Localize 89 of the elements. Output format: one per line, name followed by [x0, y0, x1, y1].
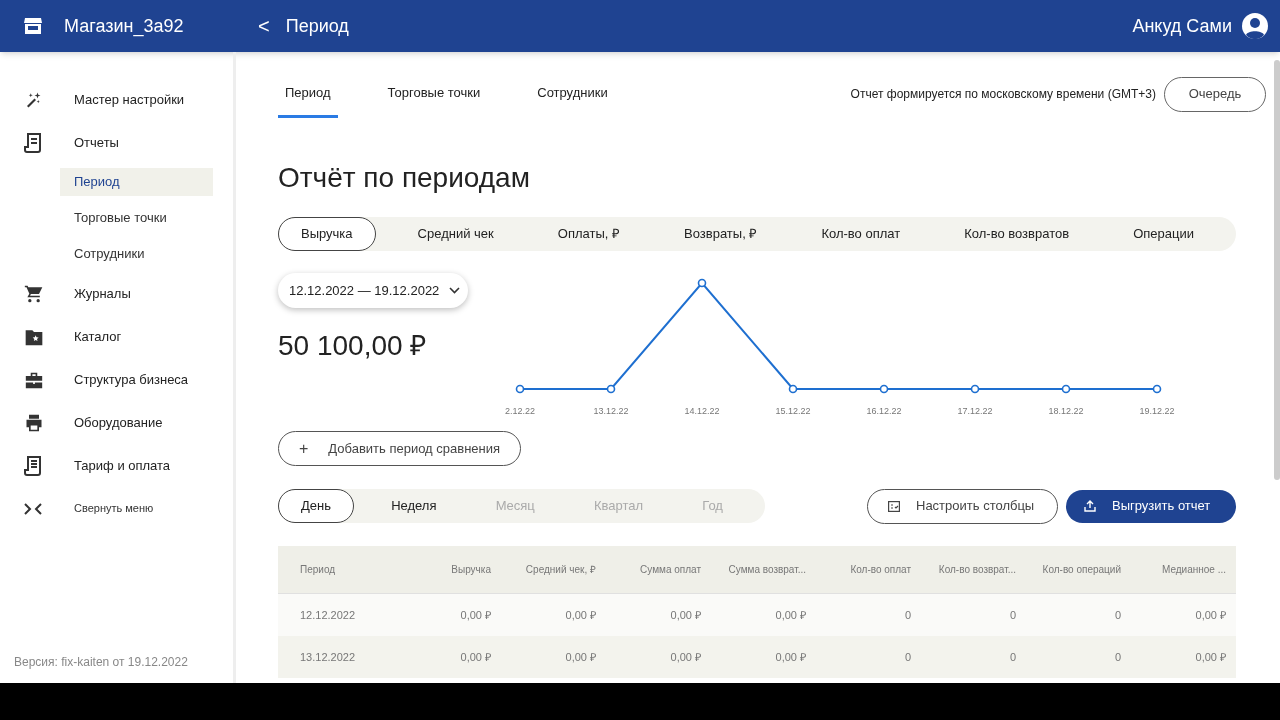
x-axis-label: 18.12.22 — [1048, 406, 1084, 416]
back-button[interactable]: < — [258, 11, 270, 41]
table-cell-text: 13.12.2022 — [299, 649, 357, 665]
metric-tab[interactable]: Операции — [1111, 217, 1216, 251]
table-cell-text: 12.12.2022 — [299, 607, 357, 623]
column-header[interactable]: Медианное ... — [1131, 562, 1236, 577]
table-cell-text: 0 — [1113, 607, 1122, 623]
table-cell-text: 0 — [903, 607, 912, 623]
upload-icon — [1084, 500, 1096, 512]
table-cell-text: 0,00 ₽ — [669, 607, 702, 623]
metric-tab[interactable]: Выручка — [278, 217, 376, 251]
store-icon — [24, 18, 42, 34]
table-cell-text: 0,00 ₽ — [774, 607, 807, 623]
x-axis-label: 13.12.22 — [593, 406, 629, 416]
x-axis-label: 15.12.22 — [775, 406, 811, 416]
sidebar-subitem[interactable]: Торговые точки — [60, 204, 213, 232]
receipt-icon — [24, 132, 42, 153]
total-amount: 50 100,00 ₽ — [278, 329, 428, 363]
period-tab[interactable]: Неделя — [369, 489, 459, 523]
page-heading: Период — [285, 14, 349, 38]
scrollbar[interactable] — [1274, 60, 1280, 480]
user-name[interactable]: Анкуд Сами — [1132, 12, 1232, 40]
table-cell-text: 0,00 ₽ — [459, 607, 492, 623]
metric-tab[interactable]: Кол-во оплат — [799, 217, 923, 251]
sidebar-item[interactable]: Оборудование — [74, 412, 163, 433]
printer-icon — [24, 412, 44, 433]
cart-icon — [24, 283, 44, 304]
column-header[interactable]: Сумма оплат — [606, 562, 711, 577]
table-cell-text: 0,00 ₽ — [564, 607, 597, 623]
table-cell-text: 0,00 ₽ — [774, 649, 807, 665]
store-name: Магазин_3a92 — [64, 14, 184, 39]
chart-point — [1061, 384, 1071, 394]
page-title: Отчёт по периодам — [278, 161, 531, 195]
tab[interactable]: Сотрудники — [530, 70, 615, 118]
sidebar-item[interactable]: Мастер настройки — [74, 89, 185, 110]
table-cell-text: 0,00 ₽ — [564, 649, 597, 665]
avatar-icon[interactable] — [1242, 13, 1268, 39]
table-cell-text: 0,00 ₽ — [459, 649, 492, 665]
column-header[interactable]: Кол-во возврат... — [921, 562, 1026, 577]
x-axis-label: 19.12.22 — [1139, 406, 1175, 416]
sidebar-item[interactable]: Журналы — [74, 283, 131, 304]
sidebar-subitem[interactable]: Сотрудники — [60, 240, 213, 268]
invoice-icon — [24, 455, 42, 476]
metric-tab[interactable]: Кол-во возвратов — [942, 217, 1092, 251]
table-cell-text: 0 — [1008, 607, 1017, 623]
chart-point — [970, 384, 980, 394]
chart-point — [515, 384, 525, 394]
timezone-note: Отчет формируется по московскому времени (GMT+3) — [850, 86, 1156, 103]
table-cell-text: 0,00 ₽ — [1194, 649, 1227, 665]
sidebar-subitem[interactable]: Период — [60, 168, 213, 196]
column-header[interactable]: Кол-во операций — [1026, 562, 1131, 577]
x-axis-label: 17.12.22 — [957, 406, 993, 416]
table-cell-text: 0,00 ₽ — [1194, 607, 1227, 623]
tab[interactable]: Торговые точки — [380, 70, 488, 118]
briefcase-icon — [24, 370, 44, 389]
x-axis-label: 14.12.22 — [684, 406, 720, 416]
tab[interactable]: Период — [278, 70, 338, 118]
x-axis-label: 16.12.22 — [866, 406, 902, 416]
export-report-button[interactable]: Выгрузить отчет — [1066, 489, 1236, 523]
x-axis-label: 2.12.22 — [505, 406, 535, 416]
chevron-down-icon — [449, 287, 461, 294]
sidebar-item[interactable]: Каталог — [74, 326, 122, 347]
table-cell-text: 0 — [1113, 649, 1122, 665]
version-text: Версия: fix-kaiten от 19.12.2022 — [14, 655, 188, 669]
metric-tab[interactable]: Возвраты, ₽ — [662, 217, 780, 251]
collapse-icon — [24, 502, 42, 515]
column-header[interactable]: Средний чек, ₽ — [501, 562, 606, 577]
column-header[interactable]: Кол-во оплат — [816, 562, 921, 577]
sidebar-item[interactable]: Тариф и оплата — [74, 455, 171, 476]
table-cell-text: 0 — [1008, 649, 1017, 665]
chart-point — [606, 384, 616, 394]
chart-point — [788, 384, 798, 394]
metric-tab[interactable]: Средний чек — [395, 217, 516, 251]
folder-star-icon — [24, 327, 44, 346]
table-settings-icon — [888, 500, 900, 512]
collapse-menu-link[interactable]: Свернуть меню — [74, 500, 154, 517]
column-header[interactable]: Период — [278, 562, 396, 577]
sidebar-item[interactable]: Структура бизнеса — [74, 369, 189, 390]
period-tab[interactable]: День — [278, 489, 354, 523]
column-header[interactable]: Выручка — [396, 562, 501, 577]
column-header[interactable]: Сумма возврат... — [711, 562, 816, 577]
table-cell-text: 0 — [903, 649, 912, 665]
sidebar-item[interactable]: Отчеты — [74, 132, 119, 153]
chart-point — [697, 278, 707, 288]
chart-point — [1152, 384, 1162, 394]
metric-tab[interactable]: Оплаты, ₽ — [535, 217, 642, 251]
table-cell-text: 0,00 ₽ — [669, 649, 702, 665]
date-range-picker[interactable]: 12.12.2022 — 19.12.2022 — [278, 273, 468, 308]
chart-point — [879, 384, 889, 394]
